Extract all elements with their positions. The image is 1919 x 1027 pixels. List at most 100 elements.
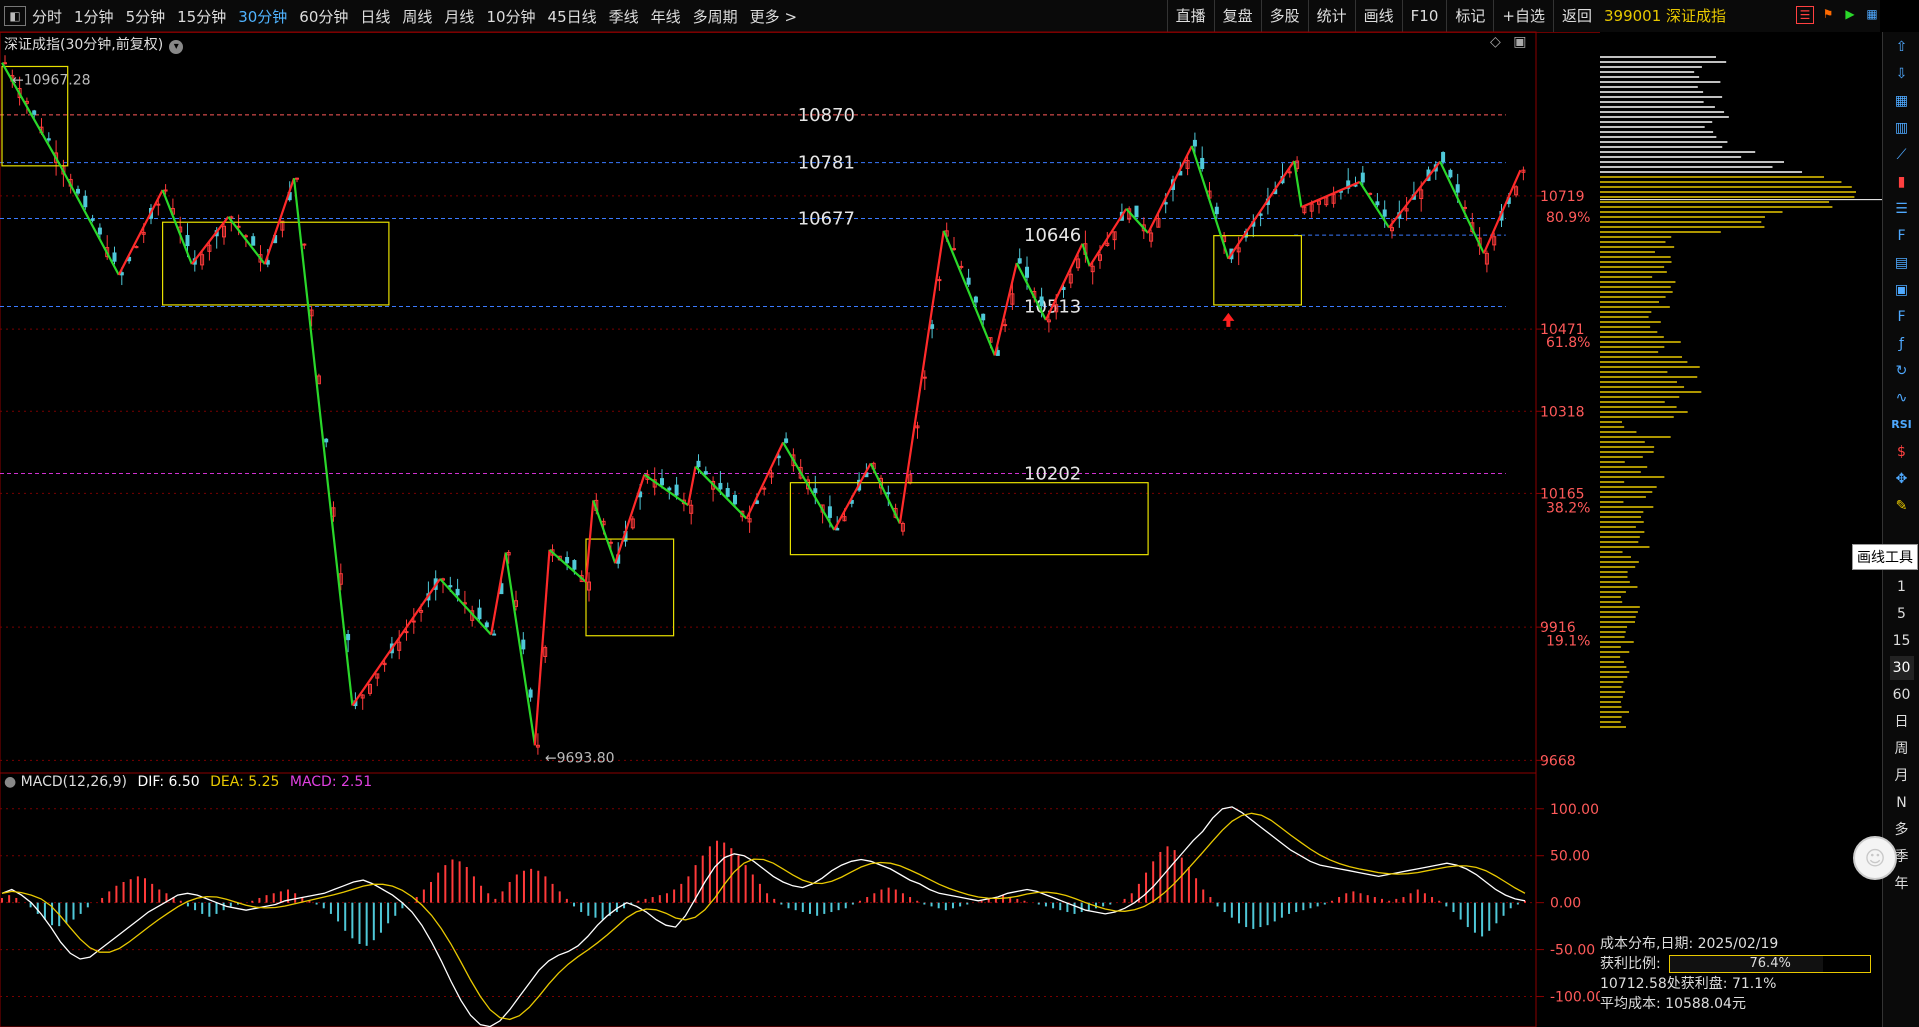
zigzag-segment-19 xyxy=(694,465,748,520)
hline-label-0: 10870 xyxy=(798,105,855,126)
play-icon[interactable]: ▶ xyxy=(1842,6,1858,22)
extreme-label-0: ←10967.28 xyxy=(12,73,91,89)
candle-body-95 xyxy=(696,460,701,468)
tools-icon[interactable]: ☰ xyxy=(1796,6,1814,24)
macd-settings-icon[interactable]: ● xyxy=(4,774,16,790)
refresh-icon[interactable]: ↻ xyxy=(1890,359,1914,383)
zigzag-segment-1 xyxy=(59,165,120,276)
sidebar-period-7[interactable]: 月 xyxy=(1890,764,1914,788)
line-chart-icon[interactable]: ⟋ xyxy=(1890,143,1914,167)
wave-icon[interactable]: ∿ xyxy=(1890,386,1914,410)
up-arrow-icon[interactable]: ⇧ xyxy=(1890,35,1914,59)
candle-body-100 xyxy=(733,494,737,505)
candle-body-55 xyxy=(404,631,409,634)
extreme-label-1: ←9693.80 xyxy=(545,750,615,766)
price-tick-label-2: 10318 xyxy=(1540,404,1585,420)
candle-body-137 xyxy=(1003,324,1008,327)
macd-dea: DEA: 5.25 xyxy=(210,774,280,790)
f10-icon[interactable]: F xyxy=(1890,224,1914,248)
candle-icon[interactable]: ▮ xyxy=(1890,170,1914,194)
chart-grid-icon[interactable]: ▦ xyxy=(1890,89,1914,113)
candle-body-83 xyxy=(608,541,613,544)
fz-icon[interactable]: F xyxy=(1890,305,1914,329)
dollar-icon[interactable]: $ xyxy=(1890,440,1914,464)
move-icon[interactable]: ✥ xyxy=(1890,467,1914,491)
zigzag-segment-17 xyxy=(643,473,689,507)
sidebar-period-3[interactable]: 30 xyxy=(1889,656,1914,680)
candle-body-134 xyxy=(981,313,986,321)
zigzag-segment-38 xyxy=(1388,160,1441,229)
assistant-avatar[interactable]: ☺ xyxy=(1853,836,1897,880)
sidebar-period-8[interactable]: N xyxy=(1890,791,1914,815)
candle-body-65 xyxy=(477,607,482,620)
list-icon[interactable]: ☰ xyxy=(1890,197,1914,221)
sidebar-period-2[interactable]: 15 xyxy=(1890,629,1914,653)
zigzag-segment-22 xyxy=(833,462,872,531)
candle-body-127 xyxy=(930,324,935,329)
title-icons: ☰ ⚑ ▶ ▦ xyxy=(1796,6,1880,24)
macd-name: MACD(12,26,9) xyxy=(20,774,127,790)
sidebar-period-1[interactable]: 5 xyxy=(1890,602,1914,626)
candle-body-77 xyxy=(565,557,570,564)
zigzag-segment-18 xyxy=(687,466,697,506)
book-icon[interactable]: ▣ xyxy=(1890,278,1914,302)
candle-body-61 xyxy=(448,585,453,588)
candle-body-90 xyxy=(660,478,664,486)
flag-icon[interactable]: ⚑ xyxy=(1820,6,1836,22)
candle-body-139 xyxy=(1017,258,1022,264)
macd-tick-label-4: -100.00 xyxy=(1550,990,1600,1006)
candle-body-62 xyxy=(455,588,460,596)
candle-body-96 xyxy=(703,471,708,475)
candle-body-166 xyxy=(1214,206,1219,215)
rsi-icon[interactable]: RSI xyxy=(1890,413,1914,437)
fib-label-2: 38.2% xyxy=(1546,500,1590,516)
candle-body-67 xyxy=(492,633,497,636)
candle-body-34 xyxy=(251,236,256,246)
sidebar-period-9[interactable]: 多 xyxy=(1890,818,1914,842)
zigzag-segment-5 xyxy=(227,216,266,265)
candle-body-132 xyxy=(966,277,971,285)
zigzag-segment-4 xyxy=(190,216,230,265)
candle-body-163 xyxy=(1192,139,1197,147)
zigzag-segment-10 xyxy=(490,552,507,635)
doc-icon[interactable]: ▤ xyxy=(1890,251,1914,275)
hline-label-5: 10202 xyxy=(1024,464,1081,485)
price-tick-label-0: 10719 xyxy=(1540,189,1585,205)
zigzag-segment-25 xyxy=(942,230,996,356)
zigzag-segment-11 xyxy=(504,552,536,746)
sidebar-period-0[interactable]: 1 xyxy=(1890,575,1914,599)
candle-body-66 xyxy=(484,622,489,628)
cost-panel: 成本分布,日期: 2025/02/19 获利比例: 76.4% 10712.58… xyxy=(1600,934,1882,1014)
candle-body-15 xyxy=(112,252,117,262)
security-code-name: 399001 深证成指 xyxy=(1604,7,1727,25)
fx-icon[interactable]: ƒ xyxy=(1890,332,1914,356)
price-chart[interactable]: 107191047110318101659916966880.9%61.8%38… xyxy=(0,0,1600,1027)
zigzag-segment-14 xyxy=(584,500,595,583)
macd-tick-label-3: -50.00 xyxy=(1550,943,1595,959)
price-tick-label-5: 9668 xyxy=(1540,753,1576,769)
bars-icon[interactable]: ▥ xyxy=(1890,116,1914,140)
zigzag-segment-40 xyxy=(1482,169,1522,254)
sidebar-period-11[interactable]: 年 xyxy=(1890,872,1914,896)
macd-legend: ● MACD(12,26,9) DIF: 6.50 DEA: 5.25 MACD… xyxy=(4,774,372,790)
candle-body-41 xyxy=(302,243,307,246)
hline-label-2: 10677 xyxy=(798,208,855,229)
zigzag-segment-26 xyxy=(993,262,1018,356)
sidebar-period-4[interactable]: 60 xyxy=(1890,683,1914,707)
candle-body-99 xyxy=(725,488,730,497)
zigzag-segment-24 xyxy=(898,230,945,524)
candle-body-186 xyxy=(1360,172,1365,183)
candle-body-199 xyxy=(1455,184,1460,193)
fib-label-3: 19.1% xyxy=(1546,634,1590,650)
candle-body-25 xyxy=(185,235,190,247)
sidebar-period-6[interactable]: 周 xyxy=(1890,737,1914,761)
candle-body-142 xyxy=(1039,296,1044,307)
chart-icon[interactable]: ▦ xyxy=(1864,6,1880,22)
candle-body-72 xyxy=(528,689,533,698)
down-arrow-icon[interactable]: ⇩ xyxy=(1890,62,1914,86)
candle-body-91 xyxy=(667,487,672,491)
macd-value: MACD: 2.51 xyxy=(289,774,373,790)
pencil-icon[interactable]: ✎ xyxy=(1890,494,1914,518)
sidebar-period-5[interactable]: 日 xyxy=(1890,710,1914,734)
